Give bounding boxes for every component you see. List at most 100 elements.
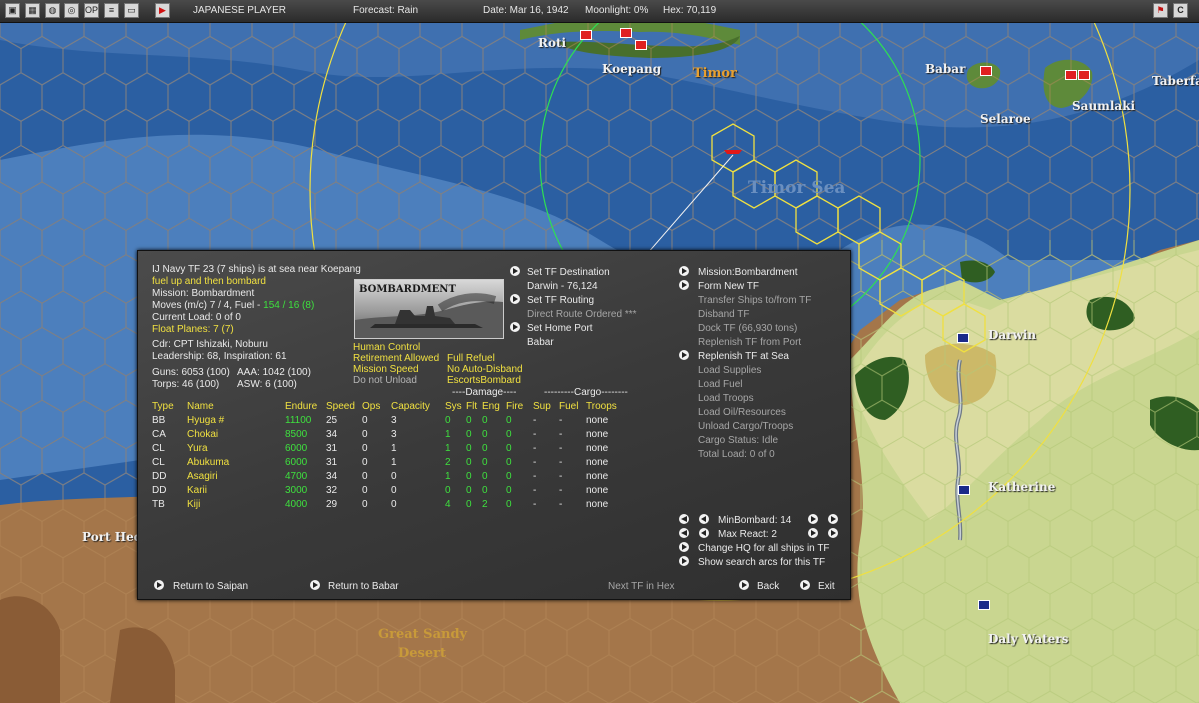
allied-base-icon[interactable] <box>957 333 969 343</box>
show-search-arrow-icon[interactable] <box>679 556 689 566</box>
column-header[interactable]: Eng <box>482 399 506 413</box>
command-item[interactable]: Mission:Bombardment <box>698 267 797 279</box>
ship-row[interactable]: CL Abukuma 6000 31 0 1 2 0 0 0- - none <box>152 455 626 469</box>
column-header[interactable]: Name <box>187 399 285 413</box>
allied-base-icon[interactable] <box>958 485 970 495</box>
column-header[interactable]: Ops <box>362 399 391 413</box>
set-routing-arrow-icon[interactable] <box>510 294 520 304</box>
target-icon[interactable]: ◎ <box>64 3 79 18</box>
game-icon[interactable]: ▣ <box>5 3 20 18</box>
japanese-base-icon[interactable] <box>1078 70 1090 80</box>
min-bombard-dec-icon[interactable] <box>699 514 709 524</box>
ship-name[interactable]: Chokai <box>187 427 285 441</box>
column-header[interactable]: Sys <box>445 399 466 413</box>
set-home-port-arrow-icon[interactable] <box>510 322 520 332</box>
return-babar-button[interactable]: Return to Babar <box>328 581 399 593</box>
exit-button[interactable]: Exit <box>818 581 835 593</box>
min-bombard-dec-fast-icon[interactable] <box>679 514 689 524</box>
column-header[interactable]: Fire <box>506 399 533 413</box>
command-arrow-icon[interactable] <box>679 266 689 276</box>
max-react-inc-icon[interactable] <box>808 528 818 538</box>
return-saipan-arrow-icon[interactable] <box>154 580 164 590</box>
column-header[interactable]: Capacity <box>391 399 445 413</box>
command-arrow-icon[interactable] <box>679 350 689 360</box>
ship-cell: 0 <box>362 442 368 454</box>
exit-arrow-icon[interactable] <box>800 580 810 590</box>
show-search-button[interactable]: Show search arcs for this TF <box>698 557 825 569</box>
column-header[interactable]: Flt <box>466 399 482 413</box>
back-arrow-icon[interactable] <box>739 580 749 590</box>
set-routing-button[interactable]: Set TF Routing <box>527 295 594 307</box>
map-icon[interactable]: ▦ <box>25 3 40 18</box>
ship-cell: 0 <box>482 470 488 482</box>
ship-name[interactable]: Hyuga # <box>187 413 285 427</box>
column-header[interactable]: Type <box>152 399 187 413</box>
column-header[interactable]: Speed <box>326 399 362 413</box>
direct-route-status: Direct Route Ordered *** <box>527 309 637 320</box>
map-label-darwin: Darwin <box>988 328 1037 342</box>
ship-name[interactable]: Karii <box>187 483 285 497</box>
ship-cell: 0 <box>362 470 368 482</box>
max-react-dec-fast-icon[interactable] <box>679 528 689 538</box>
ship-name[interactable]: Yura <box>187 441 285 455</box>
window-icon[interactable]: ▭ <box>124 3 139 18</box>
list-icon[interactable]: ≡ <box>104 3 119 18</box>
next-tf-button[interactable]: Next TF in Hex <box>608 581 675 593</box>
option-do-not-unload[interactable]: Do not Unload <box>353 375 417 387</box>
ship-name[interactable]: Asagiri <box>187 469 285 483</box>
command-item[interactable]: Replenish TF at Sea <box>698 351 789 363</box>
set-destination-button[interactable]: Set TF Destination <box>527 267 610 279</box>
ship-row[interactable]: DD Asagiri 4700 34 0 0 1 0 0 0- - none <box>152 469 626 483</box>
tf-moves: Moves (m/c) 7 / 4, Fuel - 154 / 16 (8) <box>152 300 314 312</box>
column-header[interactable]: Fuel <box>559 399 586 413</box>
set-home-port-button[interactable]: Set Home Port <box>527 323 593 335</box>
tf-commander[interactable]: Cdr: CPT Ishizaki, Noburu <box>152 339 268 351</box>
ship-row[interactable]: CL Yura 6000 31 0 1 1 0 0 0- - none <box>152 441 626 455</box>
min-bombard-inc-fast-icon[interactable] <box>828 514 838 524</box>
play-icon[interactable]: ▶ <box>155 3 170 18</box>
column-header[interactable]: Endure <box>285 399 326 413</box>
tf-float-planes[interactable]: Float Planes: 7 (7) <box>152 324 234 336</box>
op-icon[interactable]: OP <box>84 3 99 18</box>
ship-name[interactable]: Abukuma <box>187 455 285 469</box>
date-label: Date: Mar 16, 1942 <box>483 5 569 16</box>
back-button[interactable]: Back <box>757 581 779 593</box>
column-header[interactable]: Troops <box>586 399 626 413</box>
tf-leadership: Leadership: 68, Inspiration: 61 <box>152 351 287 362</box>
ship-cell: 3 <box>391 428 397 440</box>
tf-asw: ASW: 6 (100) <box>237 379 297 390</box>
max-react-dec-icon[interactable] <box>699 528 709 538</box>
ship-row[interactable]: TB Kiji 4000 29 0 0 4 0 2 0- - none <box>152 497 626 511</box>
c-icon[interactable]: C <box>1173 3 1188 18</box>
tf-aaa: AAA: 1042 (100) <box>237 367 311 378</box>
command-arrow-icon[interactable] <box>679 280 689 290</box>
min-bombard-inc-icon[interactable] <box>808 514 818 524</box>
ship-cell: 0 <box>506 428 512 440</box>
ship-row[interactable]: BB Hyuga #11100 25 0 3 0 0 0 0- - none <box>152 413 626 427</box>
allied-base-icon[interactable] <box>978 600 990 610</box>
globe-icon[interactable]: ◍ <box>45 3 60 18</box>
japanese-base-icon[interactable] <box>580 30 592 40</box>
ship-cell: 3000 <box>285 484 308 496</box>
set-destination-arrow-icon[interactable] <box>510 266 520 276</box>
max-react-inc-fast-icon[interactable] <box>828 528 838 538</box>
change-hq-button[interactable]: Change HQ for all ships in TF <box>698 543 830 555</box>
ship-row[interactable]: CA Chokai 8500 34 0 3 1 0 0 0- - none <box>152 427 626 441</box>
tf-title: IJ Navy TF 23 (7 ships) is at sea near K… <box>152 264 361 275</box>
flag-icon[interactable]: ⚑ <box>1153 3 1168 18</box>
option-escorts-bombard[interactable]: EscortsBombard <box>447 375 521 387</box>
ship-cell: 0 <box>466 470 472 482</box>
ship-cell: - <box>559 484 563 496</box>
return-saipan-button[interactable]: Return to Saipan <box>173 581 248 593</box>
return-babar-arrow-icon[interactable] <box>310 580 320 590</box>
japanese-base-icon[interactable] <box>980 66 992 76</box>
ship-name[interactable]: Kiji <box>187 497 285 511</box>
command-item[interactable]: Form New TF <box>698 281 759 293</box>
ship-row[interactable]: DD Karii 3000 32 0 0 0 0 0 0- - none <box>152 483 626 497</box>
player-label: JAPANESE PLAYER <box>193 5 286 16</box>
change-hq-arrow-icon[interactable] <box>679 542 689 552</box>
column-header[interactable]: Sup <box>533 399 559 413</box>
japanese-base-icon[interactable] <box>620 28 632 38</box>
japanese-base-icon[interactable] <box>1065 70 1077 80</box>
japanese-base-icon[interactable] <box>635 40 647 50</box>
